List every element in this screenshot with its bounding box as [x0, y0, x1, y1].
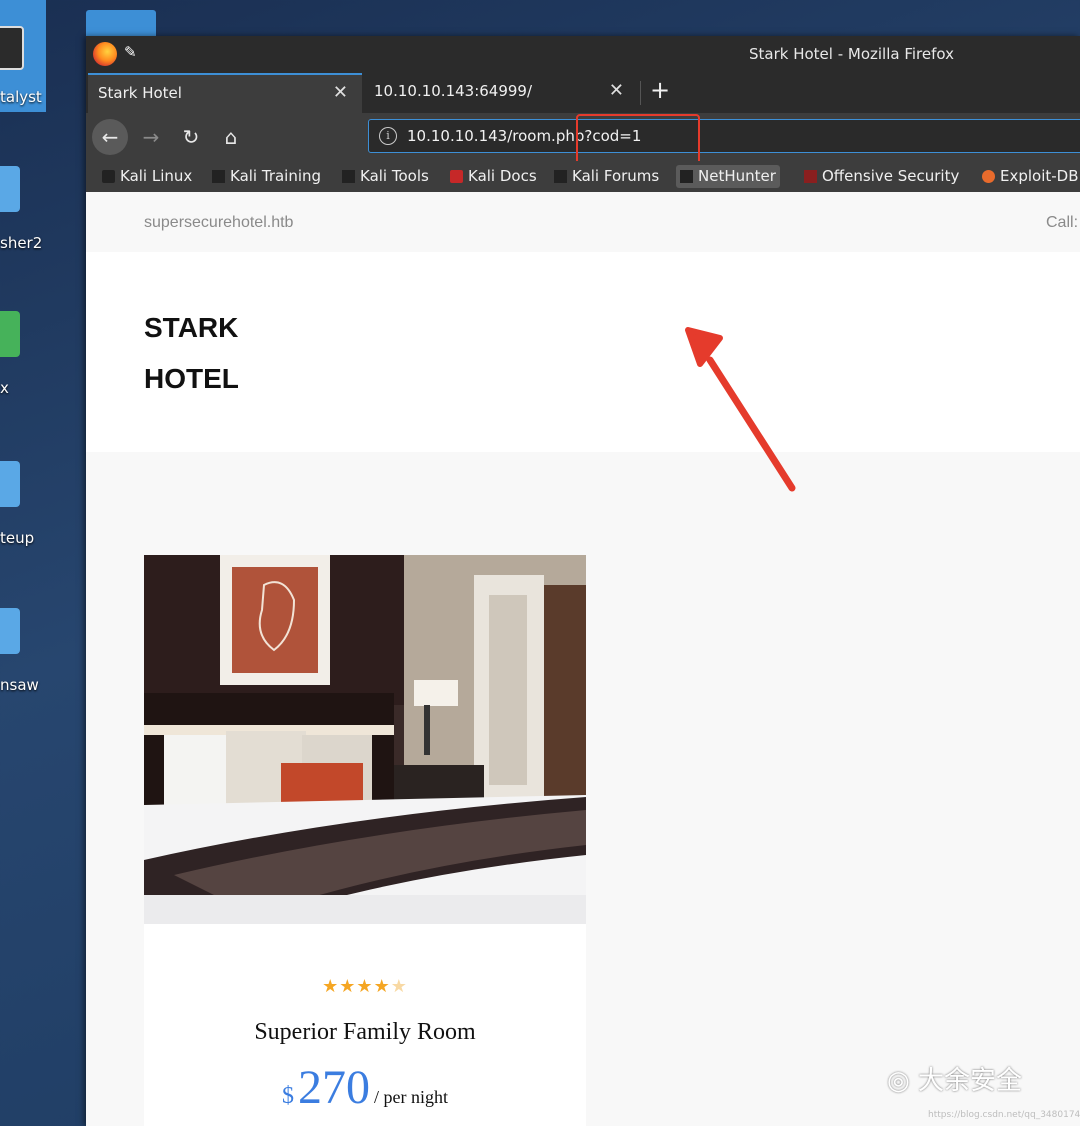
tab-stark-hotel[interactable]: Stark Hotel ✕: [88, 73, 362, 113]
price-amount: 270: [298, 1061, 370, 1114]
logo-line-1: STARK: [144, 312, 239, 343]
star-icon: ★: [373, 976, 391, 997]
bookmark-label: Exploit-DB: [1000, 167, 1079, 185]
desktop-item-label: sher2: [0, 234, 43, 252]
close-icon[interactable]: ✕: [333, 82, 348, 103]
site-header: STARK HOTEL: [86, 252, 1080, 452]
bookmark-kali-docs[interactable]: Kali Docs: [450, 165, 537, 188]
reload-button[interactable]: ↻: [176, 119, 206, 155]
folder-icon: [0, 608, 20, 654]
new-tab-button[interactable]: +: [650, 76, 670, 104]
desktop-item-label: nsaw: [0, 676, 39, 694]
kali-icon: [102, 170, 115, 183]
room-price: $ 270 / per night: [144, 1060, 586, 1115]
bookmark-label: Kali Training: [230, 167, 322, 185]
home-button[interactable]: ⌂: [216, 119, 246, 155]
kali-icon: [212, 170, 225, 183]
firefox-icon: [93, 42, 117, 66]
bookmark-offensive-security[interactable]: Offensive Security: [804, 165, 959, 188]
tab-label: Stark Hotel: [98, 84, 182, 102]
bookmarks-bar: Kali Linux Kali Training Kali Tools Kali…: [86, 161, 1080, 192]
logo-line-2: HOTEL: [144, 363, 239, 394]
tab-divider: [640, 81, 641, 105]
bookmark-label: Offensive Security: [822, 167, 960, 185]
browser-window: ✎ Stark Hotel - Mozilla Firefox Stark Ho…: [86, 36, 1080, 1126]
image-icon: [0, 26, 24, 70]
pin-icon[interactable]: ✎: [124, 43, 137, 61]
forward-button[interactable]: →: [136, 119, 166, 155]
star-icon: ★: [322, 976, 340, 997]
room-card[interactable]: ★★★★★ Superior Family Room $ 270 / per n…: [144, 555, 586, 1126]
watermark: ◎ 大余安全: [887, 1060, 1022, 1097]
bookmark-exploit-db[interactable]: Exploit-DB: [982, 165, 1079, 188]
window-title: Stark Hotel - Mozilla Firefox: [749, 45, 954, 63]
room-photo[interactable]: [144, 555, 586, 924]
info-icon[interactable]: i: [379, 127, 397, 145]
tab-bar: Stark Hotel ✕ 10.10.10.143:64999/ ✕ +: [86, 73, 1080, 113]
bookmark-kali-forums[interactable]: Kali Forums: [554, 165, 659, 188]
exploit-db-icon: [982, 170, 995, 183]
title-bar: ✎ Stark Hotel - Mozilla Firefox: [86, 36, 1080, 73]
room-name[interactable]: Superior Family Room: [144, 1019, 586, 1046]
tab-label: 10.10.10.143:64999/: [374, 82, 533, 100]
page-content: supersecurehotel.htb Call: STARK HOTEL ★…: [86, 192, 1080, 1126]
call-label: Call:: [1046, 214, 1079, 231]
desktop-item-label: teup: [0, 529, 35, 547]
folder-icon: [0, 461, 20, 507]
bookmark-label: Kali Docs: [468, 167, 537, 185]
bookmark-nethunter[interactable]: NetHunter: [676, 165, 780, 188]
bookmark-kali-tools[interactable]: Kali Tools: [342, 165, 429, 188]
price-currency: $: [282, 1083, 294, 1109]
hotel-room-image: [144, 555, 586, 924]
tab-ip[interactable]: 10.10.10.143:64999/ ✕: [364, 73, 638, 113]
nethunter-icon: [680, 170, 693, 183]
annotation-arrow: [685, 327, 796, 492]
bookmark-label: Kali Tools: [360, 167, 429, 185]
price-unit: / per night: [374, 1087, 448, 1107]
docs-icon: [450, 170, 463, 183]
bookmark-label: Kali Linux: [120, 167, 193, 185]
url-bar[interactable]: i 10.10.10.143/room.php?cod=1: [368, 119, 1080, 153]
bookmark-label: NetHunter: [698, 167, 776, 185]
offsec-icon: [804, 170, 817, 183]
bookmark-kali-linux[interactable]: Kali Linux: [102, 165, 192, 188]
top-strip: supersecurehotel.htb Call:: [86, 192, 1080, 252]
watermark-text: 大余安全: [917, 1066, 1022, 1096]
wechat-icon: ◎: [887, 1066, 910, 1096]
star-half-icon: ★: [390, 976, 408, 997]
site-logo[interactable]: STARK HOTEL: [144, 302, 239, 404]
star-icon: ★: [339, 976, 357, 997]
kali-icon: [554, 170, 567, 183]
desktop-item-label: talyst: [0, 88, 42, 106]
close-icon[interactable]: ✕: [609, 80, 624, 101]
site-domain: supersecurehotel.htb: [144, 214, 294, 231]
bookmark-kali-training[interactable]: Kali Training: [212, 165, 321, 188]
archive-icon: [0, 311, 20, 357]
watermark-url: https://blog.csdn.net/qq_34801745: [928, 1110, 1080, 1120]
kali-icon: [342, 170, 355, 183]
desktop-item-label: x: [0, 379, 9, 397]
room-rating: ★★★★★: [144, 976, 586, 997]
bookmark-label: Kali Forums: [572, 167, 660, 185]
star-icon: ★: [356, 976, 374, 997]
folder-icon: [0, 166, 20, 212]
back-button[interactable]: ←: [92, 119, 128, 155]
